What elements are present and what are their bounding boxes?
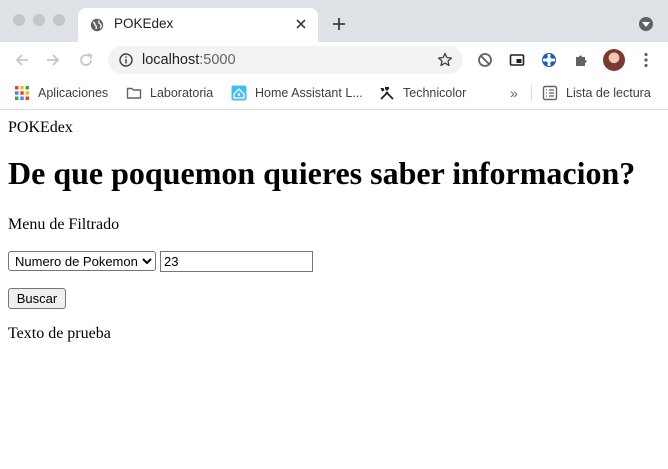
bookmark-aplicaciones[interactable]: Aplicaciones [14, 78, 108, 108]
info-icon[interactable] [119, 53, 133, 67]
more-menu-icon[interactable] [644, 52, 648, 68]
bookmark-technicolor[interactable]: Technicolor [379, 78, 466, 108]
minimize-window-button[interactable] [33, 14, 45, 26]
bookmarks-divider [531, 85, 532, 101]
tab-search-icon[interactable] [639, 17, 653, 31]
forward-arrow-icon[interactable] [45, 52, 61, 68]
filter-type-select[interactable]: Numero de Pokemon [8, 251, 156, 271]
close-window-button[interactable] [13, 14, 25, 26]
url-text: localhost:5000 [142, 52, 236, 68]
site-name: POKEdex [8, 119, 73, 136]
folder-icon [126, 87, 142, 99]
back-arrow-icon[interactable] [14, 52, 30, 68]
extensions-puzzle-icon[interactable] [573, 52, 589, 68]
zoom-window-button[interactable] [53, 14, 65, 26]
block-icon[interactable] [477, 52, 493, 68]
bookmark-label: Home Assistant L... [255, 86, 363, 100]
tab-strip: POKEdex [0, 0, 668, 42]
address-bar[interactable]: localhost:5000 [108, 46, 463, 74]
reading-list-button[interactable]: Lista de lectura [542, 78, 651, 108]
bookmark-star-icon[interactable] [437, 52, 453, 68]
bookmark-home-assistant[interactable]: Home Assistant L... [231, 78, 363, 108]
close-tab-icon[interactable] [294, 17, 308, 31]
picture-in-picture-icon[interactable] [509, 52, 525, 68]
tab-pokedex[interactable]: POKEdex [78, 8, 318, 42]
bookmark-label: Aplicaciones [38, 86, 109, 100]
bookmark-label: Laboratoria [150, 86, 214, 100]
browser-toolbar: localhost:5000 [0, 42, 668, 78]
bookmarks-bar: Aplicaciones Laboratoria Home Assistant … [0, 78, 668, 110]
reading-list-label: Lista de lectura [566, 86, 651, 100]
tools-icon [380, 87, 394, 100]
filter-menu-label: Menu de Filtrado [8, 216, 120, 233]
profile-avatar[interactable] [603, 49, 625, 71]
search-button[interactable]: Buscar [8, 288, 66, 309]
reload-icon[interactable] [78, 52, 94, 68]
page-content: POKEdex De que poquemon quieres saber in… [0, 110, 668, 469]
url-port: :5000 [199, 52, 236, 68]
apps-grid-icon [15, 86, 29, 100]
new-tab-icon[interactable] [331, 16, 347, 32]
bookmark-laboratoria[interactable]: Laboratoria [126, 78, 213, 108]
filter-value-input[interactable] [160, 251, 313, 272]
url-host: localhost [142, 52, 200, 68]
more-bookmarks-chevron-icon[interactable]: » [510, 85, 518, 101]
reading-list-icon [542, 85, 558, 101]
globe-icon [90, 18, 104, 32]
tab-title: POKEdex [114, 16, 174, 31]
home-assistant-icon [231, 85, 247, 101]
sample-text: Texto de prueba [8, 325, 111, 342]
extension-badge-icon[interactable] [541, 52, 557, 68]
bookmark-label: Technicolor [403, 86, 467, 100]
page-heading: De que poquemon quieres saber informacio… [8, 155, 636, 191]
